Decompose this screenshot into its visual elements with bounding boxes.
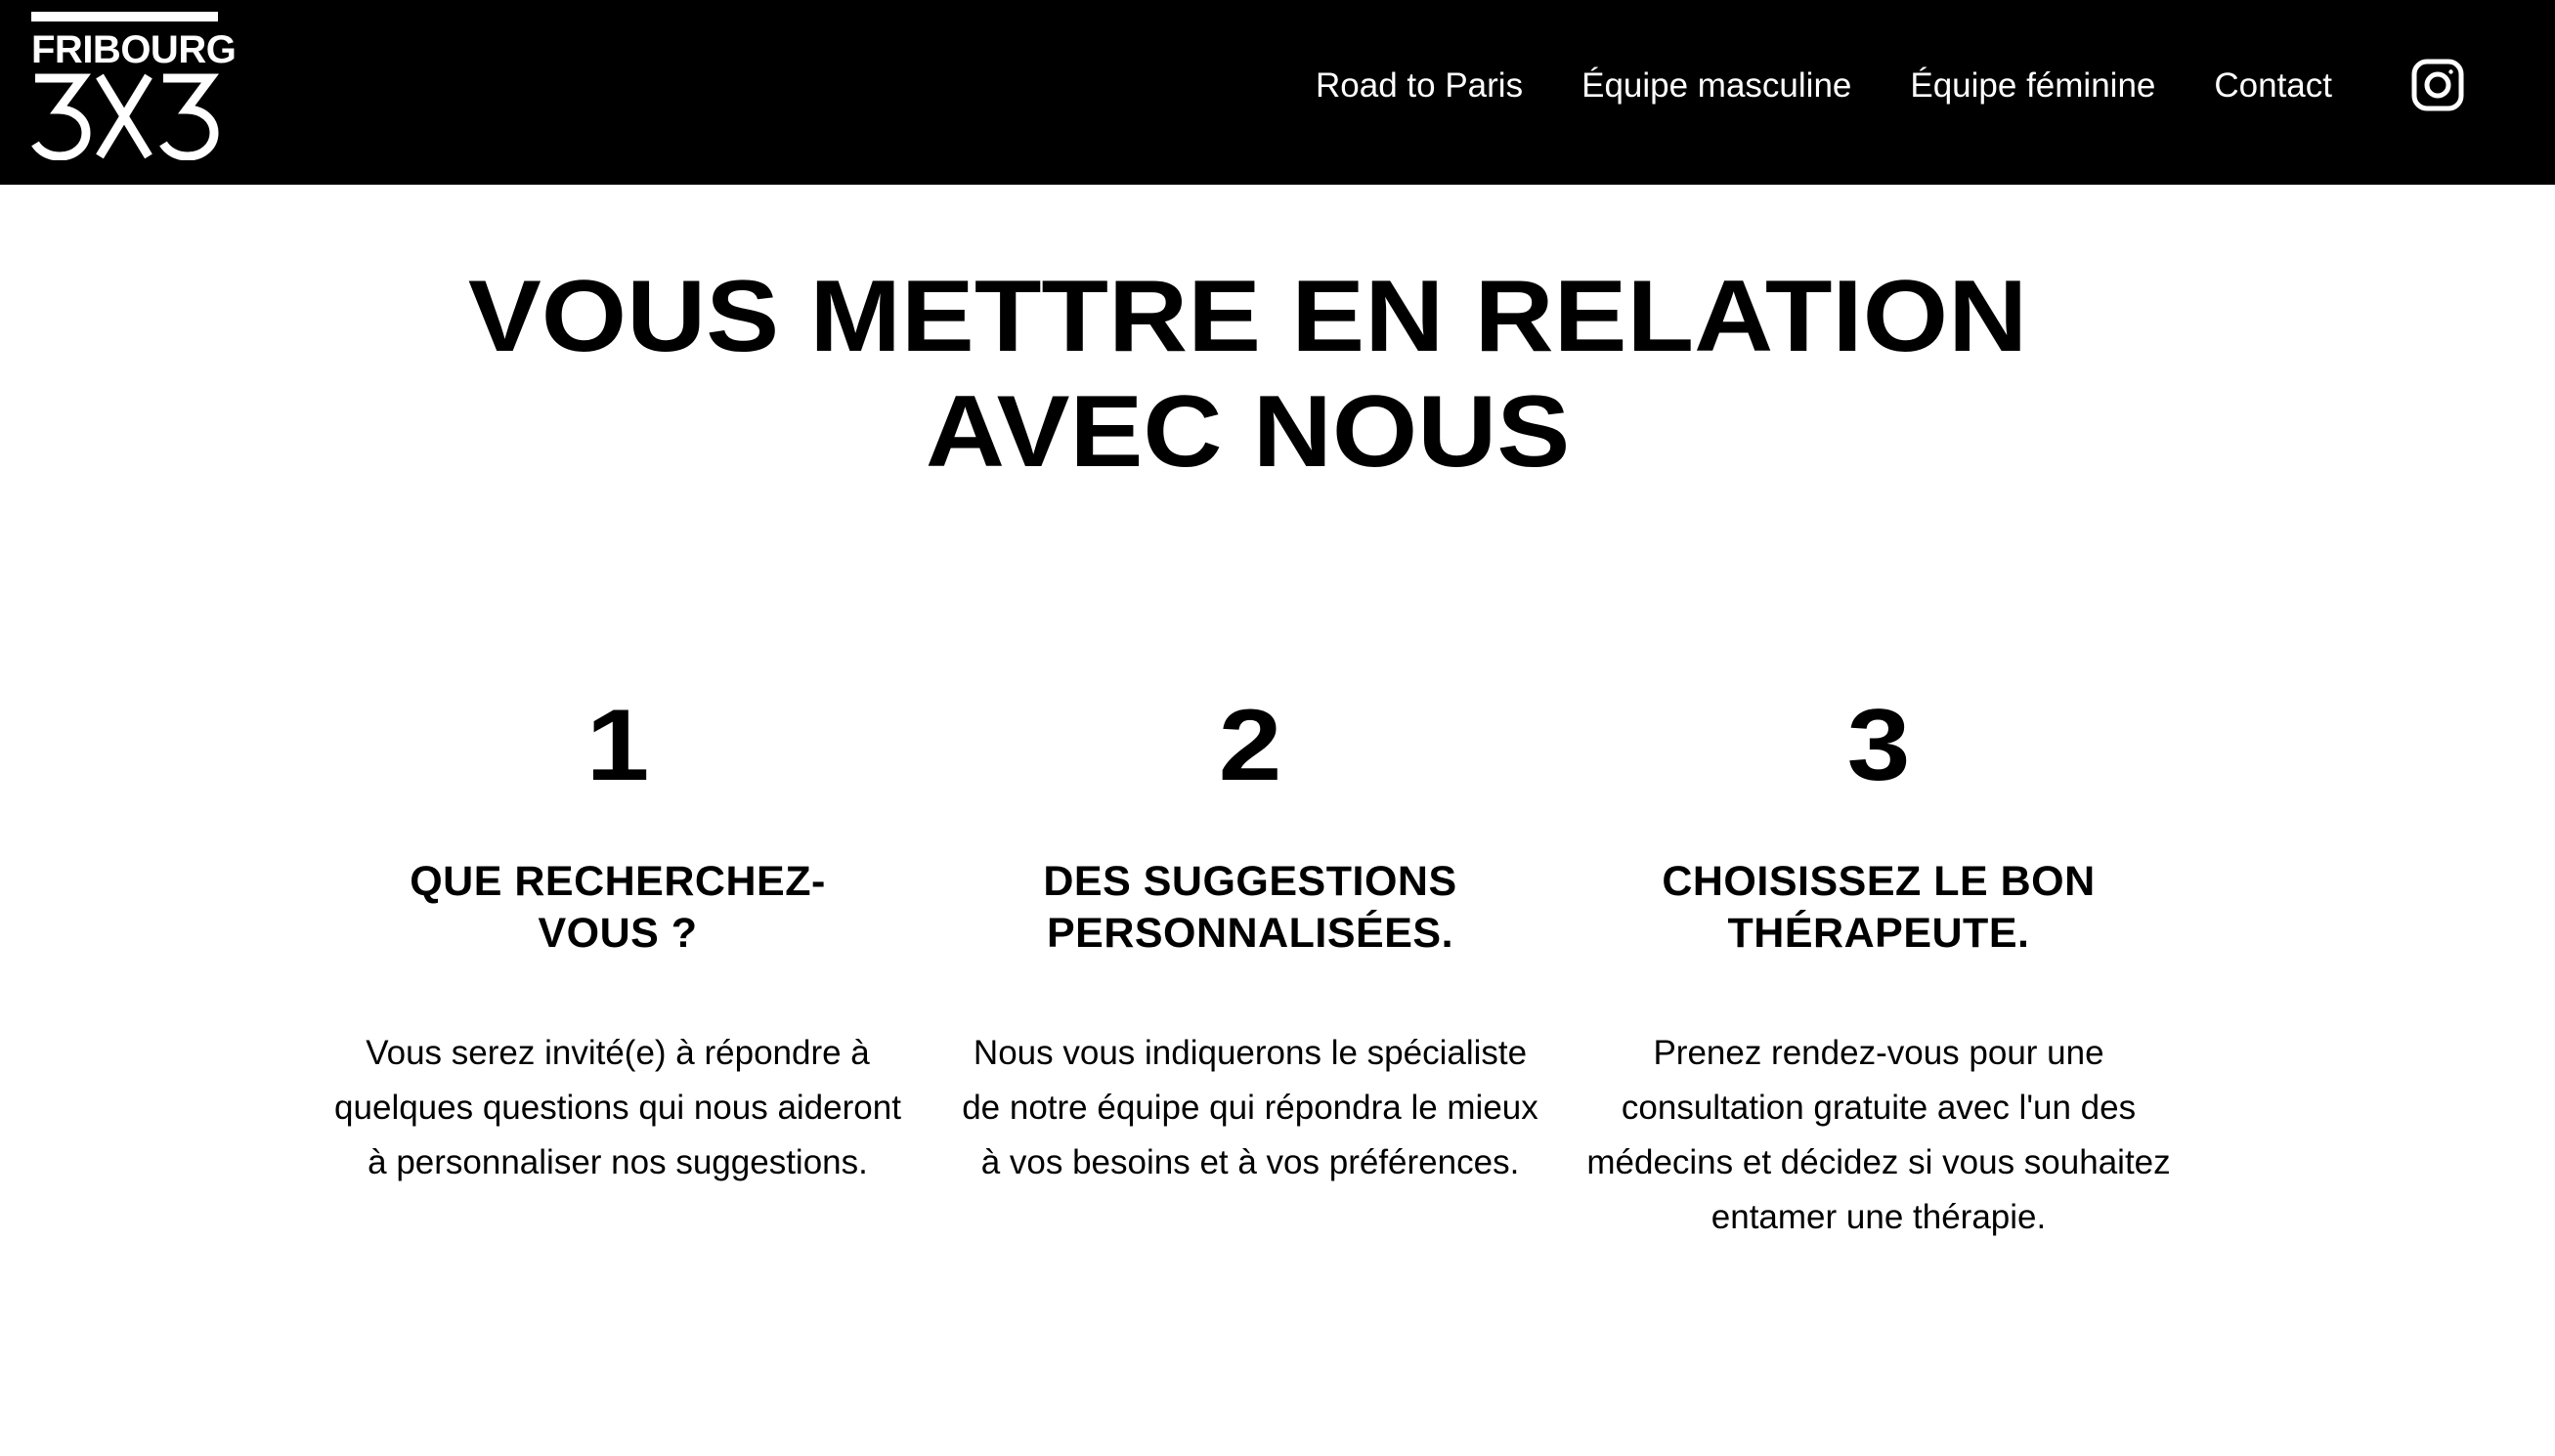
step-description: Nous vous indiquerons le spécialiste de … xyxy=(962,1034,1538,1181)
step-number: 3 xyxy=(1846,689,1911,802)
step-2: 2 DES SUGGESTIONS PERSONNALISÉES. Nous v… xyxy=(957,684,1543,1190)
logo-wordmark: FRIBOURG xyxy=(31,28,237,71)
step-description: Vous serez invité(e) à répondre à quelqu… xyxy=(334,1034,901,1181)
nav-link-road-to-paris[interactable]: Road to Paris xyxy=(1316,66,1523,106)
site-logo[interactable]: FRIBOURG xyxy=(31,12,237,160)
nav-link-contact[interactable]: Contact xyxy=(2214,66,2332,106)
step-3: 3 CHOISISSEZ LE BON THÉRAPEUTE. Prenez r… xyxy=(1585,684,2172,1245)
step-heading: QUE RECHERCHEZ- VOUS ? xyxy=(410,858,826,957)
step-number: 1 xyxy=(585,689,650,802)
nav-link-equipe-feminine[interactable]: Équipe féminine xyxy=(1910,66,2155,106)
nav-link-equipe-masculine[interactable]: Équipe masculine xyxy=(1581,66,1851,106)
main-nav: Road to Paris Équipe masculine Équipe fé… xyxy=(1316,0,2332,172)
logo-bar xyxy=(31,12,218,21)
page-title-line-2: AVEC NOUS xyxy=(925,375,1571,489)
instagram-icon[interactable] xyxy=(2411,59,2464,111)
logo-3x3-mark xyxy=(31,73,219,160)
step-heading: DES SUGGESTIONS PERSONNALISÉES. xyxy=(1043,858,1457,957)
site-header: FRIBOURG Road to Paris Équipe masculine … xyxy=(0,0,2555,185)
step-1: 1 QUE RECHERCHEZ- VOUS ? Vous serez invi… xyxy=(325,684,911,1190)
step-description: Prenez rendez-vous pour une consultation… xyxy=(1586,1034,2171,1236)
step-heading: CHOISISSEZ LE BON THÉRAPEUTE. xyxy=(1662,858,2096,957)
page-title-line-1: VOUS METTRE EN RELATION xyxy=(467,260,2028,373)
page-title: VOUS METTRE EN RELATION AVEC NOUS xyxy=(0,259,2555,490)
step-number: 2 xyxy=(1218,689,1282,802)
